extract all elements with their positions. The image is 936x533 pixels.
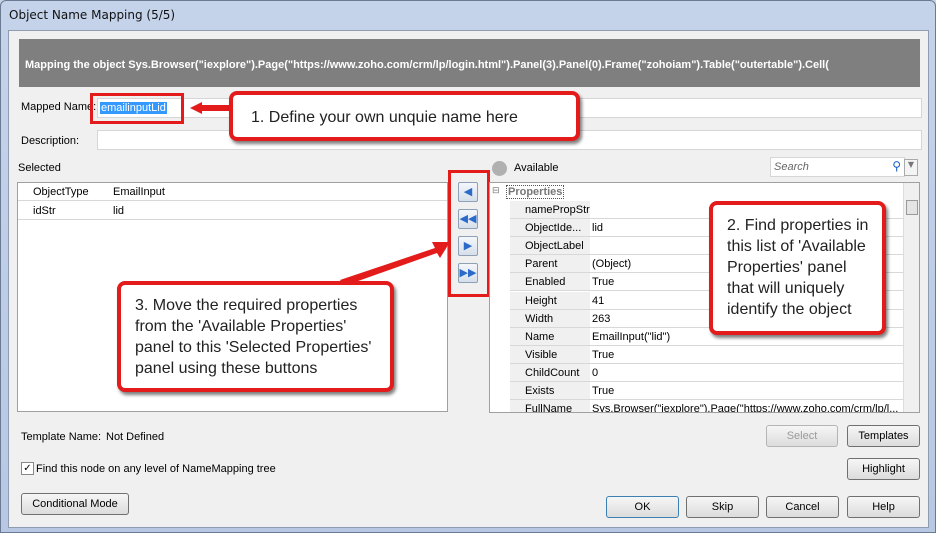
description-label: Description: bbox=[21, 135, 80, 147]
table-row[interactable]: FullName Sys.Browser("iexplore").Page("ht… bbox=[510, 400, 903, 413]
property-name: namePropStr bbox=[525, 204, 590, 216]
callout-3: 3. Move the required properties from the… bbox=[117, 281, 394, 392]
templates-button[interactable]: Templates bbox=[847, 425, 920, 447]
property-name: Parent bbox=[525, 258, 558, 271]
property-name: Enabled bbox=[525, 276, 566, 289]
property-name: Height bbox=[525, 294, 557, 307]
skip-button[interactable]: Skip bbox=[686, 496, 759, 518]
property-value: EmailInput bbox=[113, 186, 165, 198]
template-name-label: Template Name: bbox=[21, 431, 102, 443]
search-icon[interactable]: ⚲ bbox=[892, 159, 901, 173]
property-value: Sys.Browser("iexplore").Page("https://ww… bbox=[592, 403, 899, 413]
help-button[interactable]: Help bbox=[847, 496, 920, 518]
mapped-name-highlight-box bbox=[90, 93, 184, 124]
search-input[interactable]: Search ⚲ bbox=[770, 157, 905, 177]
available-label: Available bbox=[514, 162, 559, 174]
cancel-button[interactable]: Cancel bbox=[766, 496, 839, 518]
table-row[interactable]: Visible True bbox=[510, 345, 903, 364]
property-name: Name bbox=[525, 330, 555, 343]
property-value: lid bbox=[113, 205, 125, 217]
property-name: ObjectIde... bbox=[525, 222, 582, 235]
property-value: True bbox=[592, 348, 615, 361]
property-value: True bbox=[592, 385, 615, 397]
table-row[interactable]: Exists True bbox=[510, 382, 903, 400]
table-row[interactable]: ChildCount 0 bbox=[510, 363, 903, 382]
property-value: 41 bbox=[592, 294, 605, 307]
property-name: ObjectLabel bbox=[525, 240, 584, 253]
ok-button[interactable]: OK bbox=[606, 496, 679, 518]
table-row[interactable]: ObjectType EmailInput bbox=[18, 183, 447, 201]
property-value: EmailInput("lid") bbox=[592, 330, 671, 343]
highlight-button[interactable]: Highlight bbox=[847, 458, 920, 480]
property-name: ObjectType bbox=[33, 186, 89, 198]
search-dropdown-chevron-icon[interactable]: ▼ bbox=[904, 159, 918, 176]
property-name: Width bbox=[525, 312, 554, 325]
collapse-icon[interactable]: ⊟ bbox=[492, 185, 500, 196]
properties-group[interactable]: Properties bbox=[506, 185, 565, 199]
property-name: Exists bbox=[525, 385, 555, 397]
window-title: Object Name Mapping (5/5) bbox=[9, 8, 176, 22]
template-name-value: Not Defined bbox=[106, 431, 165, 443]
property-value: (Object) bbox=[592, 258, 632, 271]
property-value: 0 bbox=[592, 366, 599, 379]
scrollbar-thumb[interactable] bbox=[906, 200, 918, 215]
property-name: ChildCount bbox=[525, 366, 580, 379]
buttons-highlight-box bbox=[448, 170, 490, 297]
callout-2: 2. Find properties in this list of 'Avai… bbox=[709, 201, 886, 335]
back-icon[interactable] bbox=[492, 161, 507, 176]
search-placeholder: Search bbox=[774, 161, 809, 173]
conditional-mode-button[interactable]: Conditional Mode bbox=[21, 493, 129, 515]
mapped-name-label: Mapped Name: bbox=[21, 101, 97, 113]
scrollbar[interactable] bbox=[903, 183, 919, 412]
property-value: 263 bbox=[592, 312, 611, 325]
callout-1: 1. Define your own unquie name here bbox=[229, 91, 580, 141]
property-name: Visible bbox=[525, 348, 558, 361]
property-name: idStr bbox=[33, 205, 56, 217]
selected-label: Selected bbox=[18, 162, 61, 174]
property-name: FullName bbox=[525, 403, 573, 413]
find-node-label: Find this node on any level of NameMappi… bbox=[36, 463, 276, 475]
find-node-checkbox[interactable]: ✓ bbox=[21, 462, 34, 475]
select-button[interactable]: Select bbox=[766, 425, 838, 447]
mapping-banner: Mapping the object Sys.Browser("iexplore… bbox=[19, 39, 920, 87]
property-value: lid bbox=[592, 222, 604, 235]
table-row[interactable]: idStr lid bbox=[18, 202, 447, 220]
property-value: True bbox=[592, 276, 615, 289]
callout-1-arrow bbox=[190, 102, 230, 114]
